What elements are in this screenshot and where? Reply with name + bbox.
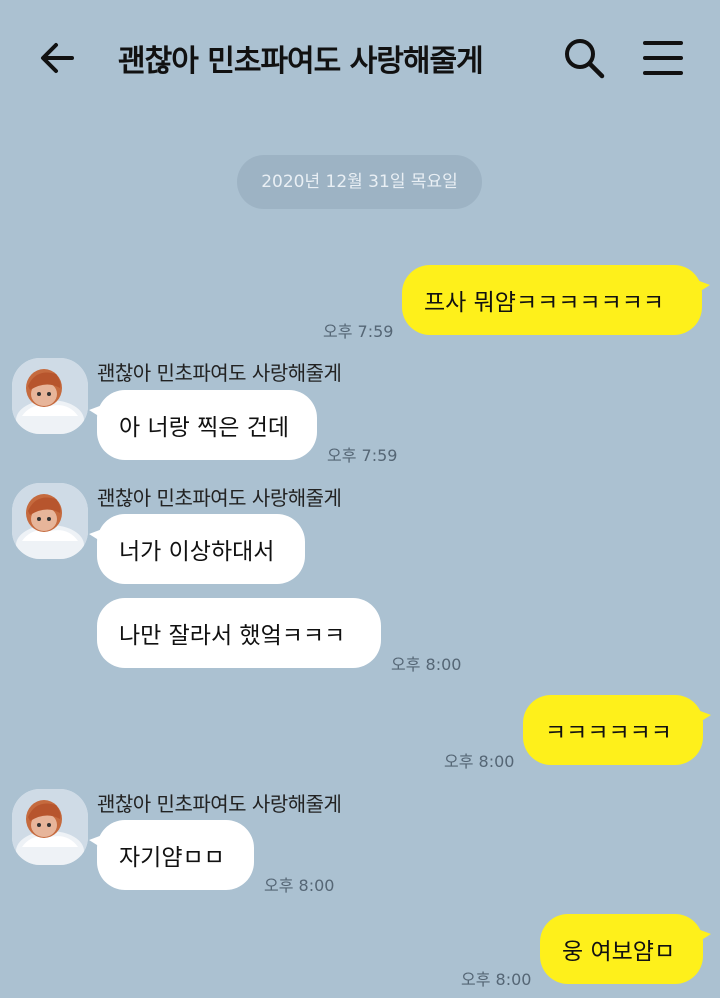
avatar[interactable]: [12, 789, 88, 865]
message-bubble-received[interactable]: 아 너랑 찍은 건데: [89, 390, 317, 460]
avatar[interactable]: [12, 358, 88, 434]
message-text: 너가 이상하대서: [119, 539, 275, 565]
sender-name: 괜찮아 민초파여도 사랑해줄게: [97, 486, 342, 510]
sender-name: 괜찮아 민초파여도 사랑해줄게: [97, 361, 342, 385]
message-text: 나만 잘라서 했엌ㅋㅋㅋ: [119, 623, 346, 649]
message-time: 오후 8:00: [391, 655, 462, 674]
message-time: 오후 8:00: [264, 876, 335, 895]
message-bubble-sent[interactable]: 프사 뭐얌ㅋㅋㅋㅋㅋㅋㅋ: [402, 265, 710, 335]
message-time: 오후 7:59: [327, 446, 398, 465]
search-icon[interactable]: [562, 36, 606, 80]
chat-header: 괜찮아 민초파여도 사랑해줄게: [0, 0, 720, 116]
hamburger-menu-icon[interactable]: [642, 38, 684, 78]
message-text: ㅋㅋㅋㅋㅋㅋ: [545, 720, 672, 746]
message-bubble-received[interactable]: 나만 잘라서 했엌ㅋㅋㅋ: [97, 598, 381, 668]
message-bubble-received[interactable]: 너가 이상하대서: [89, 514, 305, 584]
avatar[interactable]: [12, 483, 88, 559]
message-text: 자기얌ㅁㅁ: [119, 845, 225, 871]
message-time: 오후 8:00: [461, 970, 532, 989]
message-bubble-sent[interactable]: ㅋㅋㅋㅋㅋㅋ: [523, 695, 711, 765]
message-bubble-sent[interactable]: 웅 여보얌ㅁ: [540, 914, 711, 984]
arrow-left-icon[interactable]: [38, 38, 78, 78]
message-bubble-received[interactable]: 자기얌ㅁㅁ: [89, 820, 254, 890]
message-text: 프사 뭐얌ㅋㅋㅋㅋㅋㅋㅋ: [424, 290, 665, 316]
message-text: 웅 여보얌ㅁ: [562, 939, 676, 965]
chat-title: 괜찮아 민초파여도 사랑해줄게: [118, 44, 484, 79]
message-time: 오후 8:00: [444, 752, 515, 771]
date-divider: 2020년 12월 31일 목요일: [237, 155, 482, 209]
sender-name: 괜찮아 민초파여도 사랑해줄게: [97, 792, 342, 816]
message-text: 아 너랑 찍은 건데: [119, 415, 290, 441]
message-time: 오후 7:59: [323, 322, 394, 341]
